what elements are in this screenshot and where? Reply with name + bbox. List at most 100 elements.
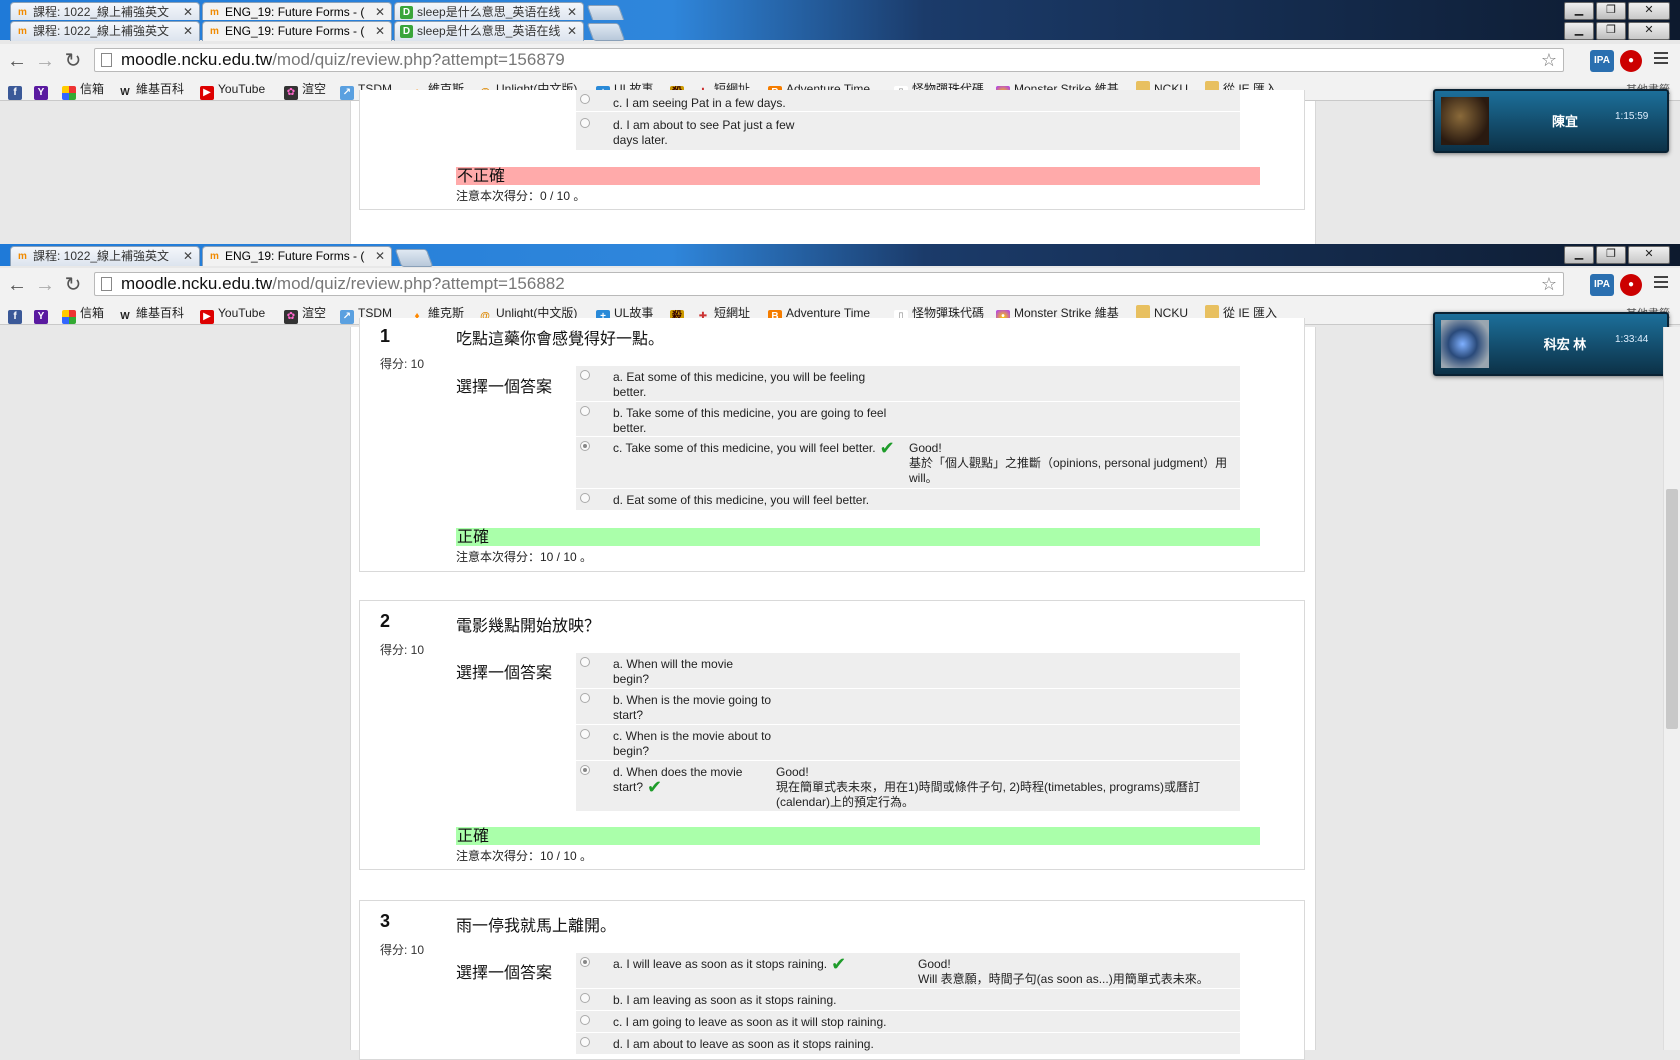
answer-option[interactable]: d. I am about to see Pat just a few days… [576, 112, 1240, 151]
answer-radio[interactable] [580, 765, 590, 775]
forward-arrow-icon[interactable]: → [34, 274, 56, 296]
tab-course[interactable]: m 課程: 1022_線上補強英文 ✕ [10, 246, 200, 266]
bookmark-item[interactable]: Y [34, 305, 52, 324]
feedback: Good! 現在簡單式表未來，用在1)時間或條件子句, 2)時程(timetab… [776, 765, 1216, 810]
ipa-extension-icon[interactable]: IPA [1590, 274, 1614, 296]
mark-text: 注意本次得分：10 / 10 。 [456, 849, 593, 863]
bookmark-item[interactable]: W 維基百科 [118, 81, 184, 98]
answer-option[interactable]: a. Eat some of this medicine, you will b… [576, 366, 1240, 402]
answer-option-selected[interactable]: d. When does the movie start? ✔ Good! 現在簡… [576, 761, 1240, 812]
answer-option[interactable]: c. When is the movie about to begin? [576, 725, 1240, 761]
bookmark-item[interactable]: ▶ YouTube [200, 305, 265, 324]
tab-quiz[interactable]: m ENG_19: Future Forms - ( ✕ [202, 2, 392, 22]
answer-option[interactable]: b. I am leaving as soon as it stops rain… [576, 989, 1240, 1011]
answer-text: d. I am about to see Pat just a few days… [613, 118, 795, 147]
answer-option[interactable]: d. I am about to leave as soon as it sto… [576, 1033, 1240, 1055]
bookmark-item[interactable]: · 信箱 [62, 81, 105, 100]
new-tab-button[interactable] [586, 23, 626, 41]
bookmark-item[interactable]: f [8, 305, 26, 324]
bookmark-item[interactable]: f [8, 81, 26, 100]
tab-quiz[interactable]: m ENG_19: Future Forms - ( ✕ [202, 246, 392, 266]
close-window-button[interactable]: ✕ [1628, 246, 1670, 264]
avatar [1441, 320, 1489, 368]
answer-radio[interactable] [580, 657, 590, 667]
answer-option[interactable]: b. Take some of this medicine, you are g… [576, 402, 1240, 437]
answer-radio[interactable] [580, 1037, 590, 1047]
menu-icon[interactable] [1654, 276, 1668, 291]
facebook-icon: f [8, 310, 22, 324]
apps-icon: · [62, 310, 76, 324]
mark-text: 注意本次得分：10 / 10 。 [456, 550, 593, 564]
bookmark-star-icon[interactable]: ☆ [1541, 273, 1557, 295]
address-bar[interactable]: moodle.ncku.edu.tw/mod/quiz/review.php?a… [94, 48, 1564, 72]
adblock-extension-icon[interactable]: ● [1620, 274, 1642, 296]
answer-radio[interactable] [580, 118, 590, 128]
scrollbar-thumb[interactable] [1666, 489, 1678, 729]
answer-radio[interactable] [580, 1015, 590, 1025]
bookmark-item[interactable]: ▶ YouTube [200, 81, 265, 100]
close-window-button[interactable]: ✕ [1628, 22, 1670, 40]
bookmark-item[interactable]: ✿ 渲空 [284, 81, 326, 100]
reload-icon[interactable]: ↻ [62, 274, 84, 296]
answer-radio[interactable] [580, 957, 590, 967]
answer-option[interactable]: d. Eat some of this medicine, you will f… [576, 489, 1240, 511]
menu-icon[interactable] [1654, 52, 1668, 67]
feedback-text: Will 表意願，時間子句(as soon as...)用簡單式表未來。 [918, 972, 1209, 986]
close-window-button[interactable]: ✕ [1628, 2, 1670, 20]
ipa-extension-icon[interactable]: IPA [1590, 50, 1614, 72]
close-icon[interactable]: ✕ [183, 22, 193, 41]
bookmark-item[interactable]: Y [34, 81, 52, 100]
forward-arrow-icon[interactable]: → [34, 50, 56, 72]
answer-list: a. When will the movie begin? b. When is… [576, 653, 1240, 812]
mark-text: 注意本次得分：0 / 10 。 [456, 189, 586, 203]
maximize-button[interactable]: ❐ [1596, 2, 1626, 20]
chat-notification[interactable]: 科宏 林 1:33:44 [1433, 312, 1669, 376]
minimize-button[interactable]: ▁ [1564, 22, 1594, 40]
bookmark-star-icon[interactable]: ☆ [1541, 49, 1557, 71]
minimize-button[interactable]: ▁ [1564, 246, 1594, 264]
answer-option[interactable]: c. I am seeing Pat in a few days. [576, 90, 1240, 112]
answer-radio[interactable] [580, 441, 590, 451]
moodle-icon: m [210, 251, 219, 262]
url-host: moodle.ncku.edu.tw [121, 50, 273, 69]
new-tab-button[interactable] [394, 249, 434, 267]
bookmark-item[interactable]: ✿ 渲空 [284, 305, 326, 324]
chat-notification[interactable]: 陳宜 1:15:59 [1433, 89, 1669, 153]
bookmark-label: 信箱 [80, 82, 105, 96]
close-icon[interactable]: ✕ [183, 247, 193, 266]
close-icon[interactable]: ✕ [375, 22, 385, 41]
answer-option[interactable]: b. When is the movie going to start? [576, 689, 1240, 725]
answer-radio[interactable] [580, 993, 590, 1003]
answer-radio[interactable] [580, 94, 590, 104]
answer-option-selected[interactable]: a. I will leave as soon as it stops rain… [576, 953, 1240, 989]
address-bar[interactable]: moodle.ncku.edu.tw/mod/quiz/review.php?a… [94, 272, 1564, 296]
answer-option[interactable]: c. I am going to leave as soon as it wil… [576, 1011, 1240, 1033]
tab-dictionary[interactable]: D sleep是什么意思_英语在线 ✕ [394, 2, 584, 22]
maximize-button[interactable]: ❐ [1596, 22, 1626, 40]
answer-radio[interactable] [580, 370, 590, 380]
bookmark-item[interactable]: W 維基百科 [118, 305, 184, 322]
answer-radio[interactable] [580, 693, 590, 703]
tab-label: ENG_19: Future Forms - ( [225, 5, 365, 19]
answer-radio[interactable] [580, 406, 590, 416]
reload-icon[interactable]: ↻ [62, 50, 84, 72]
tab-quiz[interactable]: m ENG_19: Future Forms - ( ✕ [202, 21, 392, 41]
tab-course[interactable]: m 課程: 1022_線上補強英文 ✕ [10, 2, 200, 22]
back-arrow-icon[interactable]: ← [6, 274, 28, 296]
close-icon[interactable]: ✕ [567, 22, 577, 41]
answer-option[interactable]: a. When will the movie begin? [576, 653, 1240, 689]
tab-label: ENG_19: Future Forms - ( [225, 249, 365, 263]
back-arrow-icon[interactable]: ← [6, 50, 28, 72]
tab-course[interactable]: m 課程: 1022_線上補強英文 ✕ [10, 21, 200, 41]
close-icon[interactable]: ✕ [375, 247, 385, 266]
scrollbar[interactable] [1663, 327, 1680, 1050]
window-controls: ▁ ❐ ✕ [1562, 20, 1670, 40]
maximize-button[interactable]: ❐ [1596, 246, 1626, 264]
tab-dictionary[interactable]: D sleep是什么意思_英语在线 ✕ [394, 21, 584, 41]
answer-option-selected[interactable]: c. Take some of this medicine, you will … [576, 437, 1240, 489]
minimize-button[interactable]: ▁ [1564, 2, 1594, 20]
adblock-extension-icon[interactable]: ● [1620, 50, 1642, 72]
answer-radio[interactable] [580, 729, 590, 739]
answer-radio[interactable] [580, 493, 590, 503]
bookmark-item[interactable]: · 信箱 [62, 305, 104, 324]
